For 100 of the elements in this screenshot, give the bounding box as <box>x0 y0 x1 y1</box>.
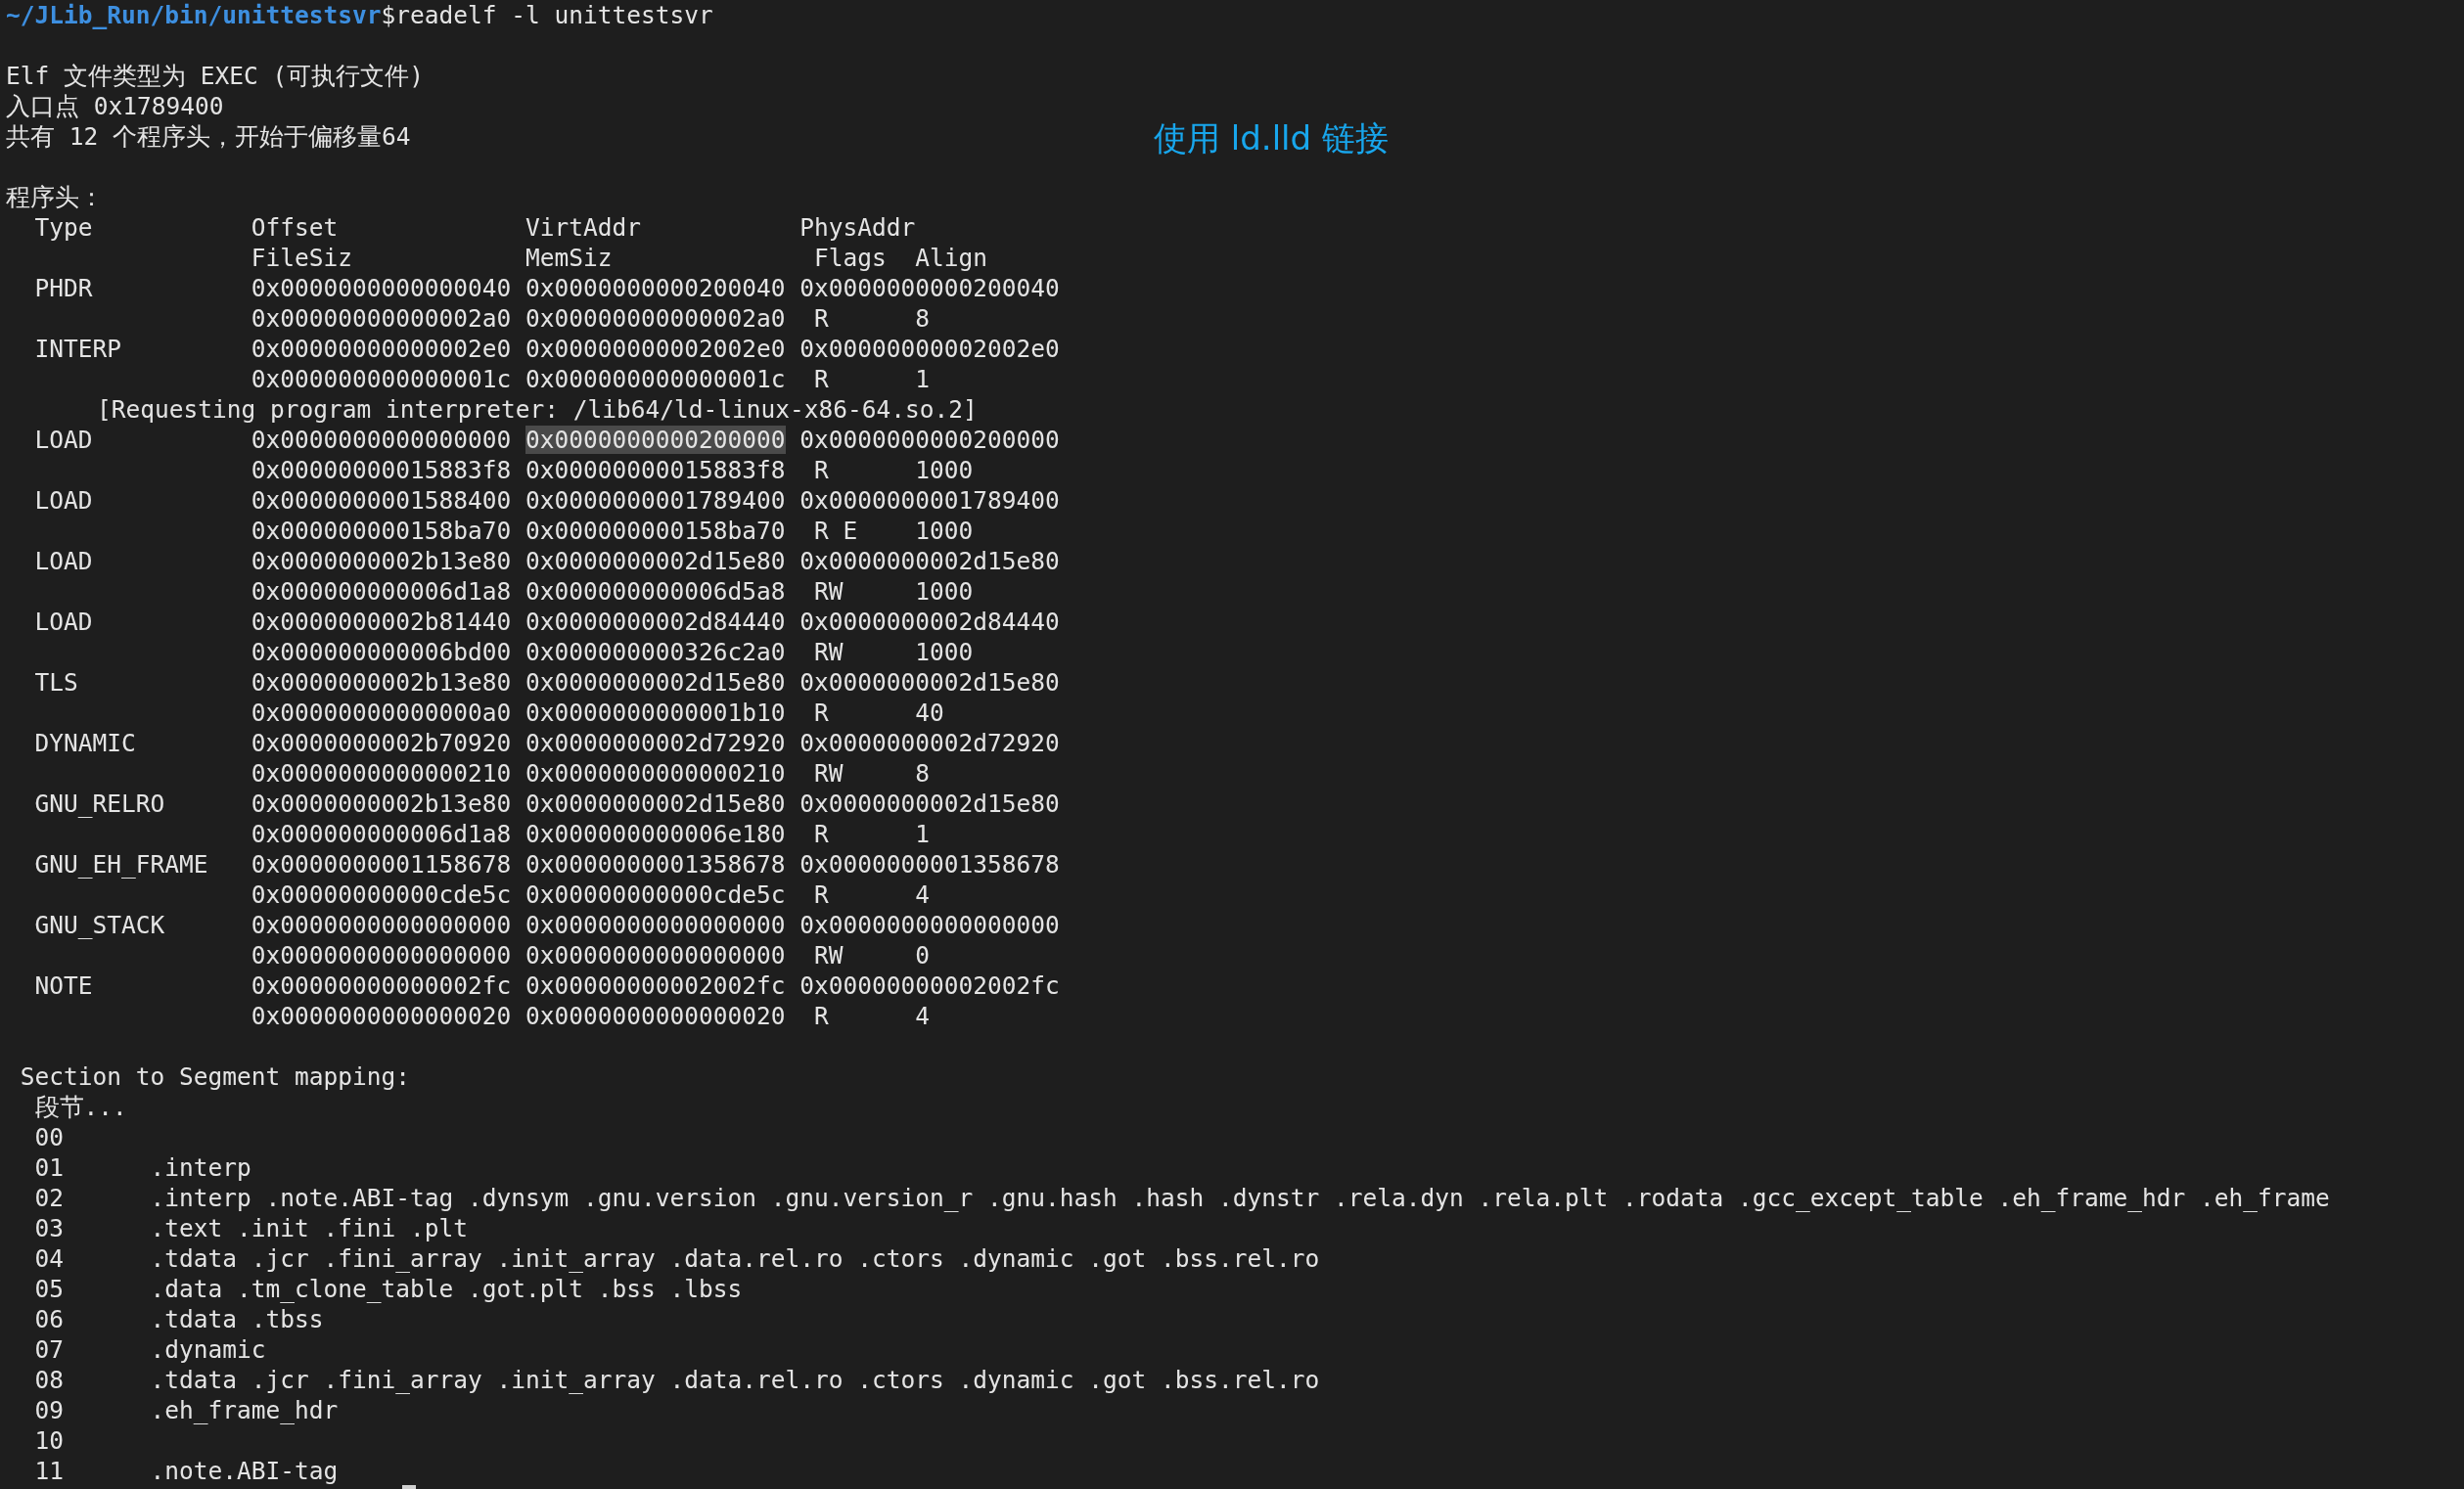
segment-number: 09 <box>34 1396 64 1424</box>
segment-type: PHDR <box>34 274 93 302</box>
segment-number: 11 <box>34 1457 64 1485</box>
virtual-address: 0x0000000000200040 <box>525 274 786 302</box>
segment-type: LOAD <box>34 547 93 575</box>
output-line: 共有 12 个程序头，开始于偏移量64 <box>6 121 411 152</box>
memory-size: 0x00000000000002a0 <box>525 304 786 333</box>
segment-number: 06 <box>34 1305 64 1333</box>
align-value: 1000 <box>915 516 974 546</box>
memory-size: 0x0000000000000210 <box>525 759 786 788</box>
section-list: .tdata .tbss <box>150 1304 324 1334</box>
virtual-address: 0x0000000000200000 <box>525 426 786 454</box>
virtual-address: 0x0000000002d15e80 <box>525 668 786 697</box>
file-size: 0x00000000000000a0 <box>251 699 512 727</box>
segment-type: GNU_RELRO <box>34 790 165 818</box>
memory-size: 0x0000000000000000 <box>525 941 786 970</box>
flags-value: RW <box>814 941 844 970</box>
segment-number: 03 <box>34 1214 64 1242</box>
memory-size: 0x000000000158ba70 <box>525 517 786 545</box>
align-value: 1 <box>915 364 930 394</box>
section-list: .tdata .jcr .fini_array .init_array .data.rel.ro .ctors .dynamic .got .bss.rel.ro <box>150 1365 1320 1395</box>
file-size: 0x000000000006d1a8 <box>251 820 512 848</box>
offset-value: 0x0000000002b13e80 <box>251 790 512 818</box>
flags-value: RW <box>814 577 844 606</box>
column-header: Type <box>34 213 93 242</box>
column-header: VirtAddr <box>525 213 641 242</box>
flags-value: R <box>814 699 829 727</box>
annotation-text: 使用 ld.lld 链接 <box>1154 117 1389 159</box>
physical-address: 0x0000000001358678 <box>799 849 1060 880</box>
segment-number: 01 <box>34 1153 64 1182</box>
prompt-symbol: $ <box>381 0 396 30</box>
segment-type: GNU_STACK <box>34 911 165 939</box>
virtual-address: 0x0000000000000000 <box>525 911 786 939</box>
segment-type: TLS <box>34 668 78 697</box>
section-list: .eh_frame_hdr <box>150 1395 339 1425</box>
prompt-path: ~/JLib_Run/bin/unittestsvr <box>6 0 382 30</box>
align-value: 0 <box>915 940 930 970</box>
command-text: readelf -l unittestsvr <box>395 0 713 30</box>
offset-value: 0x0000000002b13e80 <box>251 547 512 575</box>
file-size: 0x000000000006bd00 <box>251 638 512 666</box>
file-size: 0x0000000000000020 <box>251 1002 512 1030</box>
output-line: Elf 文件类型为 EXEC (可执行文件) <box>6 61 424 91</box>
physical-address: 0x0000000002d15e80 <box>799 789 1060 819</box>
physical-address: 0x0000000001789400 <box>799 485 1060 516</box>
virtual-address: 0x0000000002d84440 <box>525 608 786 636</box>
align-value: 1000 <box>915 455 974 485</box>
align-value: 8 <box>915 758 930 789</box>
file-size: 0x00000000000cde5c <box>251 880 512 909</box>
physical-address: 0x0000000002d15e80 <box>799 667 1060 698</box>
memory-size: 0x00000000015883f8 <box>525 456 786 484</box>
section-title: 程序头： <box>6 182 104 212</box>
align-value: 1000 <box>915 576 974 607</box>
segment-type: LOAD <box>34 608 93 636</box>
offset-value: 0x0000000002b81440 <box>251 608 512 636</box>
physical-address: 0x0000000002d84440 <box>799 607 1060 637</box>
column-header: PhysAddr <box>799 212 916 243</box>
flags-value: R E <box>814 517 858 545</box>
file-size: 0x000000000000001c <box>251 365 512 393</box>
align-value: 4 <box>915 880 930 910</box>
virtual-address: 0x0000000001789400 <box>525 486 786 515</box>
memory-size: 0x00000000000cde5c <box>525 880 786 909</box>
section-title: Section to Segment mapping: <box>20 1061 410 1092</box>
section-list: .dynamic <box>150 1334 266 1365</box>
physical-address: 0x0000000000200040 <box>799 273 1060 303</box>
flags-value: R <box>814 456 829 484</box>
align-value: 1000 <box>915 637 974 667</box>
flags-value: R <box>814 880 829 909</box>
section-list: .text .init .fini .plt <box>150 1213 468 1243</box>
physical-address: 0x0000000000000000 <box>799 910 1060 940</box>
physical-address: 0x0000000002d15e80 <box>799 546 1060 576</box>
align-value: 8 <box>915 303 930 334</box>
text-cursor <box>402 1485 416 1489</box>
offset-value: 0x0000000000000040 <box>251 274 512 302</box>
offset-value: 0x0000000002b13e80 <box>251 668 512 697</box>
offset-value: 0x0000000000000000 <box>251 911 512 939</box>
memory-size: 0x000000000006d5a8 <box>525 577 786 606</box>
column-header: Align <box>915 243 987 273</box>
align-value: 4 <box>915 1001 930 1031</box>
column-header: Flags <box>814 244 887 272</box>
offset-value: 0x00000000000002fc <box>251 971 512 1000</box>
segment-number: 08 <box>34 1366 64 1394</box>
column-header: 段节... <box>34 1092 127 1122</box>
column-header: FileSiz <box>251 244 352 272</box>
virtual-address: 0x00000000002002e0 <box>525 335 786 363</box>
memory-size: 0x0000000000000020 <box>525 1002 786 1030</box>
segment-number: 02 <box>34 1184 64 1212</box>
segment-number: 07 <box>34 1335 64 1364</box>
align-value: 40 <box>915 698 944 728</box>
column-header: MemSiz <box>525 244 613 272</box>
flags-value: R <box>814 365 829 393</box>
file-size: 0x0000000000000000 <box>251 941 512 970</box>
segment-type: INTERP <box>34 335 121 363</box>
segment-number: 00 <box>34 1123 64 1151</box>
flags-value: R <box>814 820 829 848</box>
virtual-address: 0x0000000002d15e80 <box>525 547 786 575</box>
offset-value: 0x0000000001588400 <box>251 486 512 515</box>
offset-value: 0x0000000000000000 <box>251 426 512 454</box>
column-header: Offset <box>251 213 339 242</box>
virtual-address: 0x0000000001358678 <box>525 850 786 879</box>
interpreter-note: [Requesting program interpreter: /lib64/ld-linux-x86-64.so.2] <box>96 394 978 425</box>
